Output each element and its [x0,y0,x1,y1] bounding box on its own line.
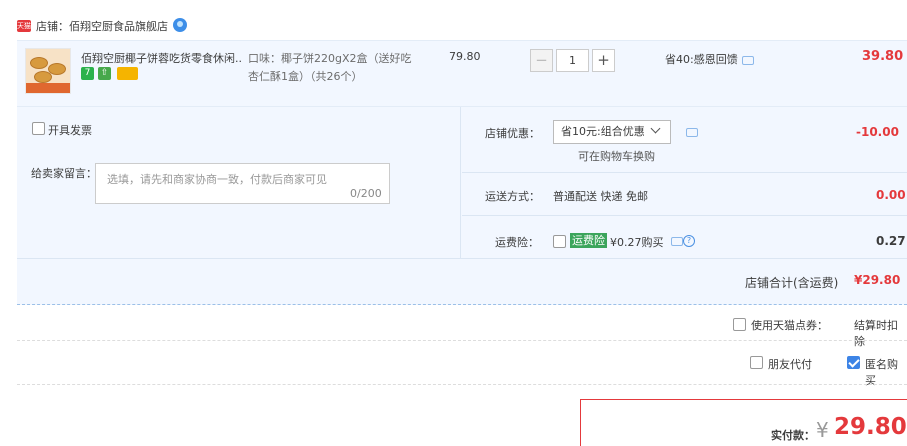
points-checkbox[interactable] [733,318,746,331]
product-thumbnail[interactable] [25,48,71,94]
shipping-amount: 0.00 [876,188,906,202]
product-sku: 口味：椰子饼220gX2盒（送好吃 杏仁酥1盒）（共26个） [248,50,428,86]
sku-line-1: 口味：椰子饼220gX2盒（送好吃 [248,52,412,65]
sku-line-2: 杏仁酥1盒）（共26个） [248,70,363,83]
shipping-label: 运送方式： [485,190,540,203]
card-icon [117,67,138,80]
wangwang-chat-icon[interactable] [173,18,187,32]
insurance-price: ¥0.27购买 [610,236,664,249]
insurance-tag: 运费险 [570,233,607,248]
shipping-method: 普通配送 快递 免邮 [553,190,648,203]
product-title[interactable]: 佰翔空厨椰子饼蓉吃货零食休闲... [81,50,241,66]
divider [17,340,907,341]
shop-total-label: 店铺合计(含运费) [745,276,839,290]
shipping-insurance-checkbox[interactable] [553,235,566,248]
shop-total-amount: ¥29.80 [854,273,901,287]
divider [462,172,907,173]
coupon-amount: -10.00 [856,125,899,139]
tmall-logo: 天猫 [17,20,31,32]
message-placeholder: 选填，请先和商家协商一致，付款后商家可见 [107,173,327,186]
comment-icon[interactable] [686,128,698,137]
message-label: 给卖家留言： [31,167,97,180]
divider [17,384,907,385]
quantity-increase-button[interactable]: + [592,49,615,72]
coupon-label: 店铺优惠： [485,127,540,140]
friend-pay-checkbox[interactable] [750,356,763,369]
item-promotion: 省40:感恩回馈 [665,53,738,66]
comment-icon[interactable] [671,237,683,246]
coupon-note: 可在购物车换购 [578,150,655,163]
guarantee-icon: ⇧ [98,67,111,80]
quantity-input[interactable]: 1 [556,49,589,72]
insurance-amount: 0.27 [876,234,906,248]
points-label[interactable]: 使用天猫点券： [751,317,828,333]
points-value: 结算时扣除 [854,319,898,348]
item-subtotal: 39.80 [862,49,904,64]
pay-amount: 29.80 [834,414,907,440]
seven-day-return-icon: 7 [81,67,94,80]
pay-label: 实付款： [771,429,815,442]
currency-symbol: ¥ [816,418,829,442]
help-icon[interactable]: ? [683,235,695,247]
invoice-checkbox[interactable] [32,122,45,135]
insurance-label: 运费险： [495,236,539,249]
friend-pay-label[interactable]: 朋友代付 [768,356,812,372]
unit-price: 79.80 [449,50,481,63]
anonymous-checkbox[interactable] [847,356,860,369]
divider [17,258,907,259]
divider [462,215,907,216]
comment-icon[interactable] [742,56,754,65]
quantity-decrease-button[interactable]: − [530,49,553,72]
shop-name[interactable]: 店铺：佰翔空厨食品旗舰店 [36,18,168,34]
invoice-label[interactable]: 开具发票 [48,122,92,138]
message-char-count: 0/200 [350,187,382,200]
